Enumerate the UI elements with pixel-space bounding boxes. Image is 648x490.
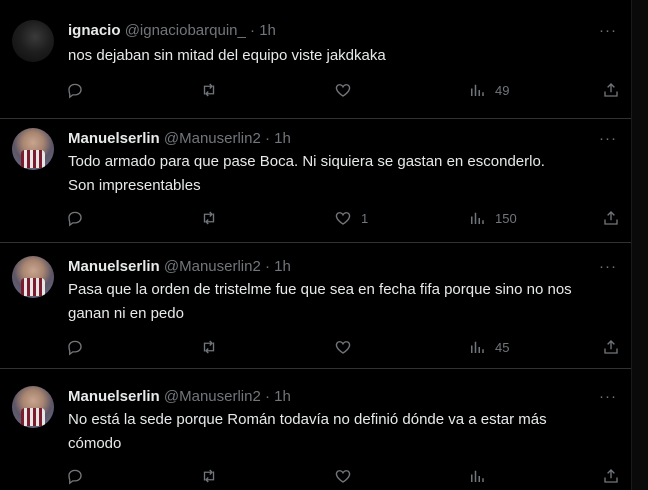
like-count: 1 [361, 210, 369, 226]
views-button[interactable]: 49 [468, 78, 509, 102]
tweet-text-line: cómodo [68, 435, 122, 452]
view-count: 49 [495, 82, 510, 98]
tweet-text-line: ganan ni en pedo [68, 305, 184, 322]
share-icon [604, 83, 618, 97]
like-button[interactable]: 1 [334, 206, 368, 230]
heart-icon [335, 470, 351, 483]
user-handle[interactable]: @Manuserlin2 [164, 258, 261, 275]
reply-icon [68, 83, 82, 99]
views-button[interactable] [468, 464, 495, 488]
avatar[interactable] [12, 20, 54, 62]
tweet-text: Todo armado para que pase Boca. Ni siqui… [68, 150, 616, 198]
retweet-button[interactable] [200, 335, 227, 359]
heart-icon [335, 84, 351, 97]
share-icon [604, 211, 618, 225]
reply-button[interactable] [66, 206, 93, 230]
retweet-icon [203, 469, 215, 483]
more-options-icon[interactable]: ··· [598, 130, 618, 147]
avatar[interactable] [12, 256, 54, 298]
timestamp[interactable]: 1h [274, 130, 291, 147]
tweet-text: No está la sede porque Román todavía no … [68, 408, 616, 456]
tweet-text-line: Pasa que la orden de tristelme fue que s… [68, 281, 572, 298]
display-name[interactable]: Manuelserlin [68, 388, 160, 405]
tweet-header: ignacio @ignaciobarquin_ · 1h [68, 22, 276, 39]
more-options-icon[interactable]: ··· [598, 22, 618, 39]
analytics-icon [471, 84, 484, 96]
reply-icon [68, 469, 82, 485]
scrollbar[interactable] [631, 0, 648, 490]
like-button[interactable] [334, 78, 361, 102]
reply-button[interactable] [66, 335, 93, 359]
tweet[interactable]: Manuelserlin @Manuserlin2 · 1h ··· Pasa … [0, 242, 632, 369]
share-button[interactable] [602, 464, 620, 488]
analytics-icon [471, 212, 484, 224]
separator: · [264, 388, 270, 405]
tweet-header: Manuelserlin @Manuserlin2 · 1h [68, 258, 291, 275]
tweet-text-line: Son impresentables [68, 177, 201, 194]
heart-icon [335, 212, 351, 225]
tweet-text: Pasa que la orden de tristelme fue que s… [68, 278, 616, 326]
more-options-icon[interactable]: ··· [598, 258, 618, 275]
display-name[interactable]: ignacio [68, 22, 121, 39]
reply-button[interactable] [66, 78, 93, 102]
analytics-icon [471, 341, 484, 353]
tweet[interactable]: ignacio @ignaciobarquin_ · 1h ··· nos de… [0, 0, 632, 119]
display-name[interactable]: Manuelserlin [68, 258, 160, 275]
retweet-icon [203, 83, 215, 97]
tweet[interactable]: Manuelserlin @Manuserlin2 · 1h ··· Todo … [0, 118, 632, 243]
more-options-icon[interactable]: ··· [598, 388, 618, 405]
share-icon [604, 469, 618, 483]
reply-icon [68, 340, 82, 356]
avatar[interactable] [12, 386, 54, 428]
retweet-button[interactable] [200, 206, 227, 230]
user-handle[interactable]: @Manuserlin2 [164, 388, 261, 405]
timestamp[interactable]: 1h [274, 388, 291, 405]
retweet-button[interactable] [200, 464, 227, 488]
reply-button[interactable] [66, 464, 93, 488]
retweet-icon [203, 211, 215, 225]
tweet-text-line: Todo armado para que pase Boca. Ni siqui… [68, 153, 545, 170]
analytics-icon [471, 470, 484, 482]
reply-icon [68, 211, 82, 227]
share-icon [604, 340, 618, 354]
share-button[interactable] [602, 335, 620, 359]
tweet-text-line: nos dejaban sin mitad del equipo viste j… [68, 47, 386, 64]
tweet-actions: 1 150 [66, 206, 626, 230]
separator: · [264, 130, 270, 147]
share-button[interactable] [602, 78, 620, 102]
view-count: 45 [495, 339, 510, 355]
views-button[interactable]: 150 [468, 206, 517, 230]
views-button[interactable]: 45 [468, 335, 509, 359]
tweet-actions: 45 [66, 335, 626, 359]
user-handle[interactable]: @ignaciobarquin_ [125, 22, 246, 39]
separator: · [250, 22, 256, 39]
like-button[interactable] [334, 464, 361, 488]
heart-icon [335, 341, 351, 354]
retweet-button[interactable] [200, 78, 227, 102]
tweet-actions: 49 [66, 78, 626, 102]
tweet-header: Manuelserlin @Manuserlin2 · 1h [68, 130, 291, 147]
tweet[interactable]: Manuelserlin @Manuserlin2 · 1h ··· No es… [0, 368, 632, 490]
user-handle[interactable]: @Manuserlin2 [164, 130, 261, 147]
tweet-actions [66, 464, 626, 488]
display-name[interactable]: Manuelserlin [68, 130, 160, 147]
tweet-text: nos dejaban sin mitad del equipo viste j… [68, 44, 616, 68]
like-button[interactable] [334, 335, 361, 359]
tweet-header: Manuelserlin @Manuserlin2 · 1h [68, 388, 291, 405]
timestamp[interactable]: 1h [259, 22, 276, 39]
separator: · [264, 258, 270, 275]
view-count: 150 [495, 210, 517, 226]
retweet-icon [203, 340, 215, 354]
timeline-feed: ignacio @ignaciobarquin_ · 1h ··· nos de… [0, 0, 632, 490]
avatar[interactable] [12, 128, 54, 170]
timestamp[interactable]: 1h [274, 258, 291, 275]
tweet-text-line: No está la sede porque Román todavía no … [68, 411, 547, 428]
share-button[interactable] [602, 206, 620, 230]
